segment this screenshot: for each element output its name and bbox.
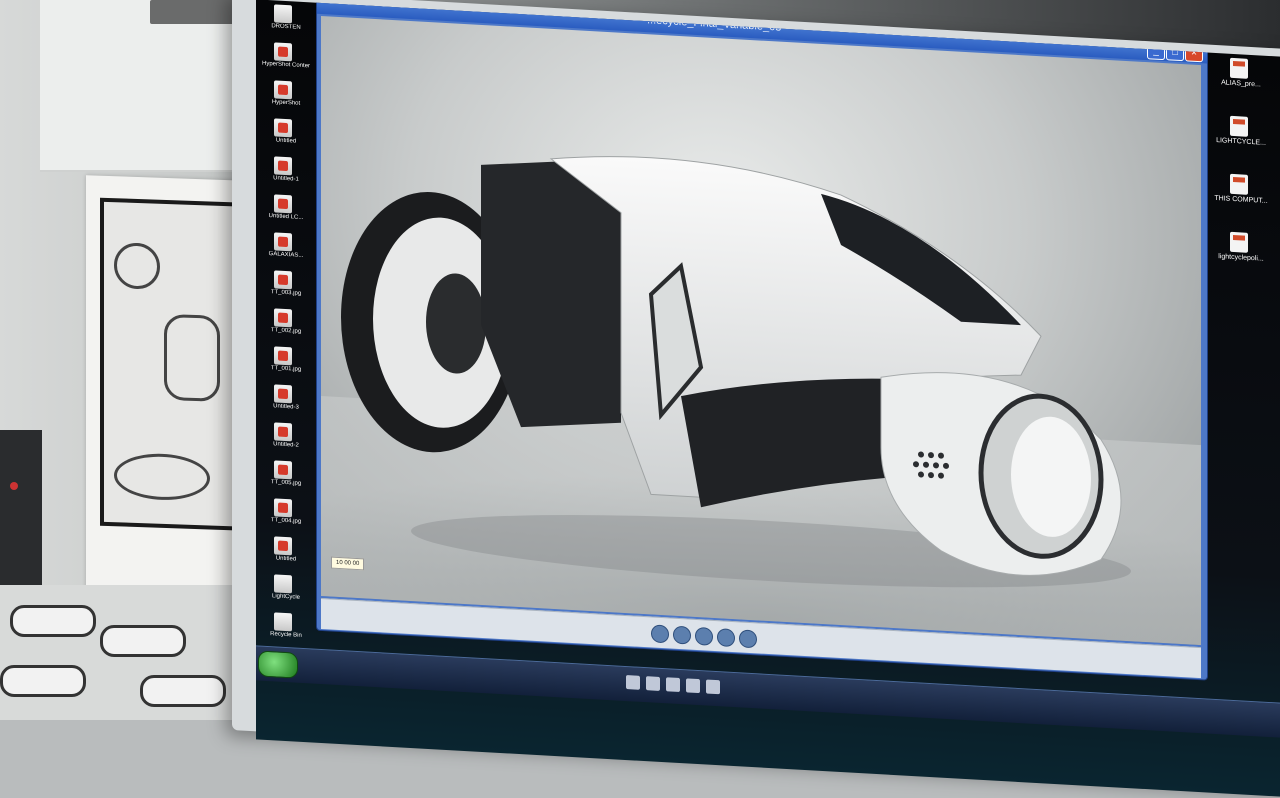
desktop-icon[interactable]: THIS COMPUT...	[1206, 168, 1276, 230]
image-icon	[274, 384, 292, 404]
desktop-icon[interactable]: TT_002.jpg	[262, 308, 310, 345]
image-icon	[274, 194, 292, 214]
status-tooltip: 10 00 00	[331, 556, 365, 571]
desktop-icon[interactable]: Untitled	[262, 536, 310, 573]
desktop-icon-label: Untitled-2	[273, 441, 299, 449]
desktop-icon[interactable]: Recycle Bin	[262, 612, 310, 649]
desktop-icon-label: Recycle Bin	[270, 631, 302, 639]
taskbar-app-icon[interactable]	[646, 676, 660, 691]
desktop-icon-label: TT_004.jpg	[270, 517, 302, 525]
desktop-icon[interactable]: GALAXIAS...	[262, 232, 310, 269]
desktop-icon-label: Untitled	[275, 555, 297, 563]
desktop-icon-label: Untitled-3	[273, 403, 299, 411]
desktop-icon[interactable]: TT_003.jpg	[262, 270, 310, 307]
desktop-icon[interactable]: TT_005.jpg	[262, 460, 310, 497]
taskbar-app-icon[interactable]	[626, 675, 640, 690]
wall-device	[0, 430, 42, 590]
image-icon	[274, 156, 292, 176]
maximize-button[interactable]: □	[1166, 45, 1184, 62]
paper-sketch-bike	[100, 625, 186, 657]
document-icon	[1230, 231, 1248, 253]
desktop-icon[interactable]: Untitled-1	[262, 156, 310, 193]
image-icon	[274, 422, 292, 442]
desktop-icon-label: TT_002.jpg	[270, 327, 302, 335]
desktop-icons-right: ALIAS_pre... LIGHTCYCLE... THIS COMPUT... l…	[1206, 52, 1276, 288]
recycle-bin-icon	[274, 612, 292, 632]
image-viewer-window[interactable]: ...ecycle_Final_Variable_05 _ □ × 10 00 …	[316, 0, 1208, 681]
next-icon[interactable]	[673, 625, 691, 645]
image-icon	[274, 536, 292, 556]
desktop-icon[interactable]: Untitled-3	[262, 384, 310, 421]
desktop-icon-label: TT_001.jpg	[270, 365, 302, 373]
desktop-icon[interactable]: Untitled-2	[262, 422, 310, 459]
desktop-icon-label: TT_005.jpg	[270, 479, 302, 487]
taskbar-app-icon[interactable]	[686, 678, 700, 694]
hypershot-icon	[274, 42, 292, 62]
desktop-icon[interactable]: LIGHTCYCLE...	[1206, 110, 1276, 172]
close-button[interactable]: ×	[1185, 46, 1203, 63]
device-led	[10, 482, 18, 490]
wall-poster-top	[40, 0, 240, 172]
desktop-icon-label: HyperShot	[271, 99, 301, 107]
desk-paper	[0, 585, 240, 720]
desktop-icon-label: THIS COMPUT...	[1214, 194, 1268, 205]
desktop-icon-label: Untitled LC...	[268, 213, 304, 221]
computer-icon	[1230, 173, 1248, 195]
desktop-icon[interactable]: ALIAS_pre...	[1206, 52, 1276, 114]
desktop-screen: DROSTEN HyperShot Content HyperShot Untitle…	[256, 0, 1280, 798]
file-icon	[274, 4, 292, 24]
desktop-icon-label: GALAXIAS...	[268, 251, 304, 259]
desktop-icon[interactable]: TT_004.jpg	[262, 498, 310, 535]
image-icon	[274, 346, 292, 366]
document-icon	[1230, 57, 1248, 79]
desktop-icon-label: TT_003.jpg	[270, 289, 302, 297]
paper-sketch-bike	[0, 665, 86, 697]
zoom-out-icon[interactable]	[717, 628, 735, 648]
desktop-icon-label: DROSTEN	[271, 23, 301, 31]
image-icon	[274, 232, 292, 252]
poster-sketch-fragment	[150, 0, 240, 24]
sketch-body	[164, 313, 220, 402]
sketch-frame	[100, 197, 238, 531]
desktop-icons-left: DROSTEN HyperShot Content HyperShot Untitle…	[262, 4, 310, 691]
desktop-icon[interactable]: HyperShot Content	[262, 42, 310, 79]
taskbar-app-icon[interactable]	[666, 677, 680, 693]
desktop-icon-label: Untitled	[275, 137, 297, 145]
hypershot-icon	[274, 80, 292, 100]
desktop-icon-label: LightCycle	[271, 593, 300, 601]
minimize-button[interactable]: _	[1147, 44, 1165, 61]
lightcycle-render	[321, 156, 1201, 646]
desktop-icon[interactable]: DROSTEN	[262, 4, 310, 41]
monitor: DROSTEN HyperShot Content HyperShot Untitle…	[232, 0, 1280, 798]
wall-sketch-poster	[86, 175, 246, 611]
desktop-icon[interactable]: LightCycle	[262, 574, 310, 611]
image-icon	[274, 118, 292, 138]
sketch-wheel	[114, 242, 160, 290]
document-icon	[1230, 115, 1248, 137]
paper-sketch-bike	[140, 675, 226, 707]
rotate-icon[interactable]	[739, 629, 757, 649]
desktop-icon-label: Untitled-1	[273, 175, 299, 183]
image-icon	[274, 308, 292, 328]
taskbar-app-icon[interactable]	[706, 679, 720, 695]
sketch-bike	[114, 452, 210, 502]
app-icon	[274, 574, 292, 594]
start-button[interactable]	[258, 650, 298, 679]
zoom-in-icon[interactable]	[695, 626, 713, 646]
desktop-icon-label: ALIAS_pre...	[1221, 79, 1261, 89]
image-icon	[274, 460, 292, 480]
previous-icon[interactable]	[651, 624, 669, 644]
image-icon	[274, 498, 292, 518]
desktop-icon[interactable]: Untitled	[262, 118, 310, 155]
image-icon	[274, 270, 292, 290]
paper-sketch-bike	[10, 605, 96, 637]
desktop-icon[interactable]: Untitled LC...	[262, 194, 310, 231]
desktop-icon[interactable]: TT_001.jpg	[262, 346, 310, 383]
desktop-icon-label: HyperShot Content	[262, 60, 310, 70]
desktop-icon-label: lightcyclepoli...	[1218, 253, 1264, 263]
desktop-icon-label: LIGHTCYCLE...	[1216, 137, 1266, 147]
image-canvas[interactable]: 10 00 00	[321, 15, 1201, 646]
desktop-icon[interactable]: lightcyclepoli...	[1206, 226, 1276, 288]
desktop-icon[interactable]: HyperShot	[262, 80, 310, 117]
